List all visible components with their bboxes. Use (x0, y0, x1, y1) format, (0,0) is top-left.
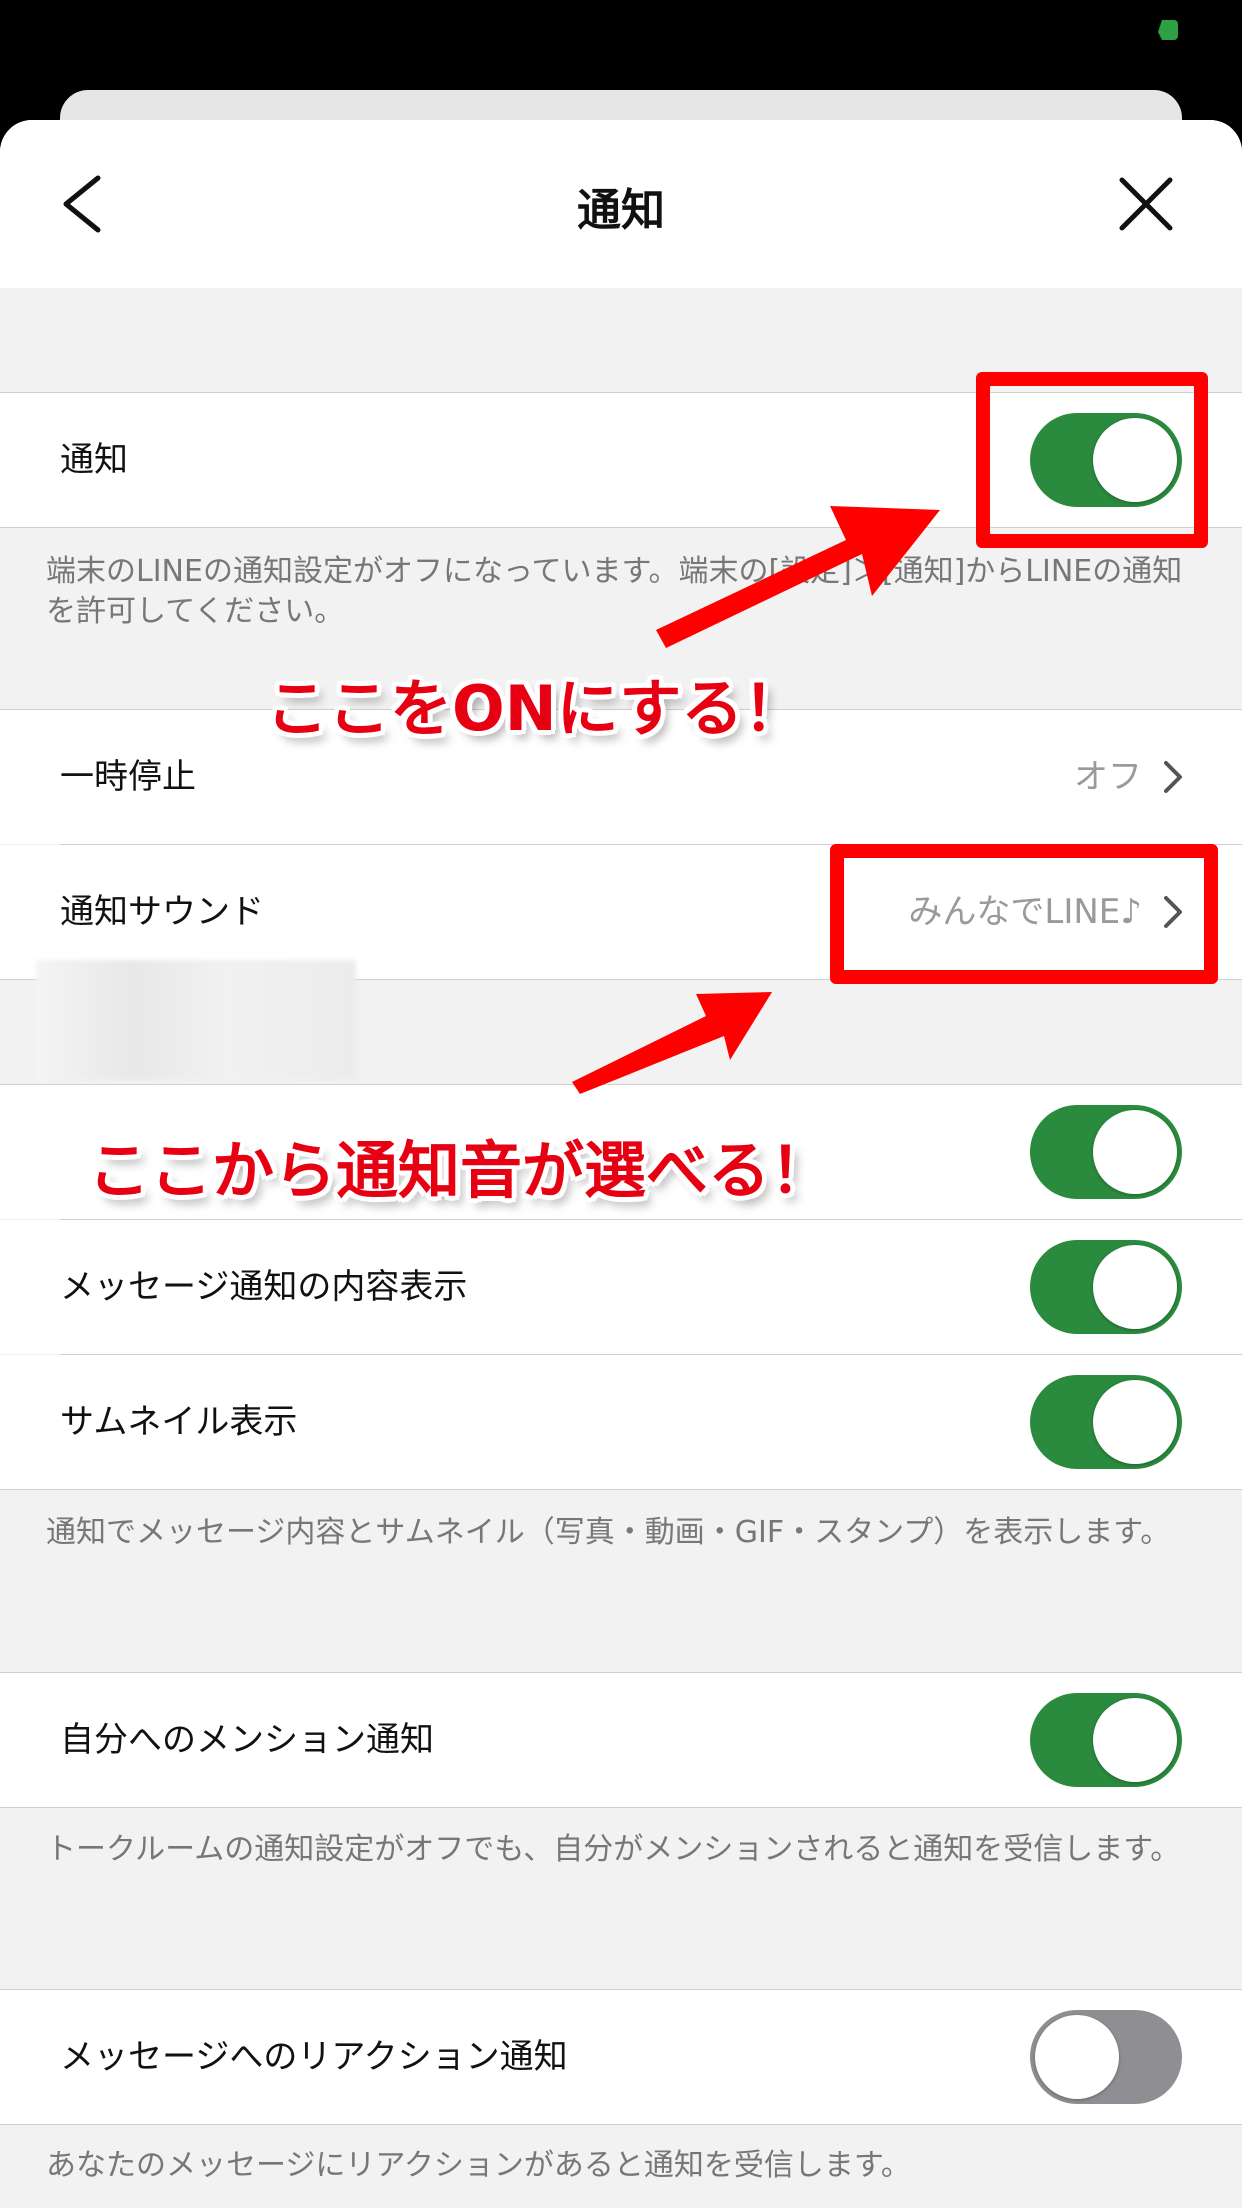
mention-toggle[interactable] (1030, 1693, 1182, 1787)
divider (0, 2124, 1242, 2125)
toggle-knob (1093, 1698, 1177, 1782)
chevron-right-icon (1164, 761, 1182, 793)
mention-note: トークルームの通知設定がオフでも、自分がメンションされると通知を受信します。 (46, 1832, 1181, 1867)
new-message-toggle[interactable] (1030, 1105, 1182, 1199)
row-label: 通知 (60, 440, 128, 480)
preview-note: 通知でメッセージ内容とサムネイル（写真・動画・GIF・スタンプ）を表示します。 (46, 1515, 1171, 1550)
toggle-knob (1035, 2015, 1119, 2099)
pause-value: オフ (1074, 757, 1142, 797)
close-icon (1119, 177, 1173, 231)
toggle-knob (1093, 1110, 1177, 1194)
row-label: サムネイル表示 (60, 1402, 298, 1442)
obscured-label (36, 960, 356, 1080)
annotation-choose-sound: ここから通知音が選べる！ (88, 1134, 833, 1207)
divider (0, 1807, 1242, 1808)
row-label: 一時停止 (60, 757, 196, 797)
row-reaction: メッセージへのリアクション通知 (0, 1990, 1242, 2124)
row-label: メッセージへのリアクション通知 (60, 2037, 568, 2077)
page-title: 通知 (577, 185, 665, 236)
close-button[interactable] (1114, 172, 1178, 236)
toggle-knob (1093, 1380, 1177, 1464)
annotation-turn-on: ここをONにする！ (266, 672, 806, 745)
row-thumbnail: サムネイル表示 (0, 1355, 1242, 1489)
battery-icon (1158, 20, 1178, 40)
device-off-note: 端末のLINEの通知設定がオフになっています。端末の[設定]＞[通知]からLIN… (46, 554, 1183, 629)
row-message-preview: メッセージ通知の内容表示 (0, 1220, 1242, 1354)
thumbnail-toggle[interactable] (1030, 1375, 1182, 1469)
message-preview-toggle[interactable] (1030, 1240, 1182, 1334)
row-label: 自分へのメンション通知 (60, 1720, 434, 1760)
toggle-knob (1093, 1245, 1177, 1329)
row-mention: 自分へのメンション通知 (0, 1673, 1242, 1807)
highlight-sound-box (830, 844, 1218, 984)
row-label: メッセージ通知の内容表示 (60, 1267, 468, 1307)
reaction-toggle[interactable] (1030, 2010, 1182, 2104)
highlight-toggle-box (976, 372, 1208, 548)
reaction-note: あなたのメッセージにリアクションがあると通知を受信します。 (46, 2148, 911, 2183)
header: 通知 (0, 120, 1242, 288)
divider (0, 1489, 1242, 1490)
row-label: 通知サウンド (60, 892, 264, 932)
